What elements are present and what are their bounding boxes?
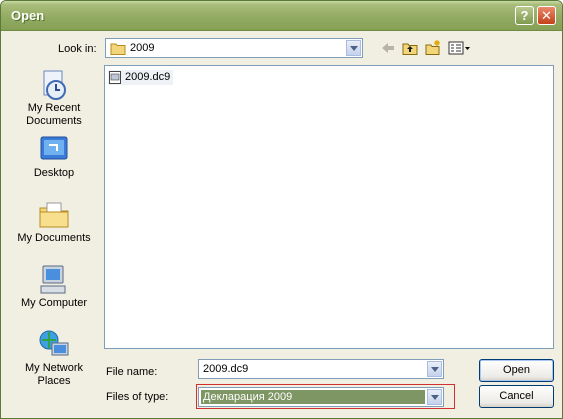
place-label: My Recent Documents bbox=[26, 102, 82, 127]
place-label: My Network Places bbox=[24, 362, 84, 387]
files-of-type-select[interactable]: Декларация 2009 bbox=[198, 387, 444, 407]
file-name-dropdown-arrow[interactable] bbox=[427, 361, 442, 377]
look-in-label-text: Look in: bbox=[58, 43, 97, 55]
look-in-label: Look in: bbox=[58, 43, 97, 55]
new-folder-icon[interactable] bbox=[424, 39, 442, 57]
file-name-value: 2009.dc9 bbox=[203, 363, 249, 375]
views-menu-icon[interactable] bbox=[447, 39, 471, 57]
folder-icon bbox=[110, 43, 126, 55]
look-in-value: 2009 bbox=[130, 42, 155, 54]
up-folder-icon[interactable] bbox=[401, 39, 419, 57]
dialog-title: Open bbox=[11, 8, 45, 23]
place-my-documents[interactable]: My Documents bbox=[9, 198, 99, 245]
files-of-type-value: Декларация 2009 bbox=[203, 391, 293, 403]
list-item[interactable]: 2009.dc9 bbox=[108, 70, 174, 85]
look-in-dropdown-arrow[interactable] bbox=[346, 40, 361, 56]
file-name-text: 2009.dc9 bbox=[125, 71, 171, 83]
desktop-icon bbox=[40, 136, 68, 160]
place-label: Desktop bbox=[33, 167, 75, 179]
network-places-icon bbox=[39, 330, 69, 356]
files-of-type-dropdown-arrow[interactable] bbox=[427, 389, 442, 405]
open-dialog: Open ? ✕ Look in: 2009 My Recent Documen… bbox=[0, 0, 563, 419]
place-my-computer[interactable]: My Computer bbox=[9, 263, 99, 310]
my-documents-icon bbox=[39, 202, 69, 228]
file-list[interactable]: 2009.dc9 bbox=[104, 65, 554, 349]
places-bar: My Recent Documents Desktop My Documents bbox=[9, 63, 99, 393]
back-arrow-icon[interactable] bbox=[379, 39, 397, 57]
open-button[interactable]: Open bbox=[479, 359, 554, 382]
place-my-recent-documents[interactable]: My Recent Documents bbox=[9, 68, 99, 128]
place-label: My Documents bbox=[17, 232, 91, 244]
recent-documents-icon bbox=[43, 70, 66, 100]
dc9-file-icon bbox=[109, 71, 121, 84]
help-button[interactable]: ? bbox=[515, 6, 534, 25]
files-of-type-label: Files of type: bbox=[106, 391, 169, 403]
look-in-combo[interactable]: 2009 bbox=[105, 38, 363, 58]
place-desktop[interactable]: Desktop bbox=[9, 133, 99, 180]
cancel-button[interactable]: Cancel bbox=[479, 385, 554, 408]
my-computer-icon bbox=[40, 265, 66, 294]
file-name-label: File name: bbox=[106, 366, 158, 378]
place-label: My Computer bbox=[20, 297, 88, 309]
title-bar[interactable]: Open ? ✕ bbox=[1, 1, 562, 31]
file-name-input[interactable]: 2009.dc9 bbox=[198, 359, 444, 379]
place-my-network-places[interactable]: My Network Places bbox=[9, 328, 99, 388]
close-button[interactable]: ✕ bbox=[537, 6, 556, 25]
